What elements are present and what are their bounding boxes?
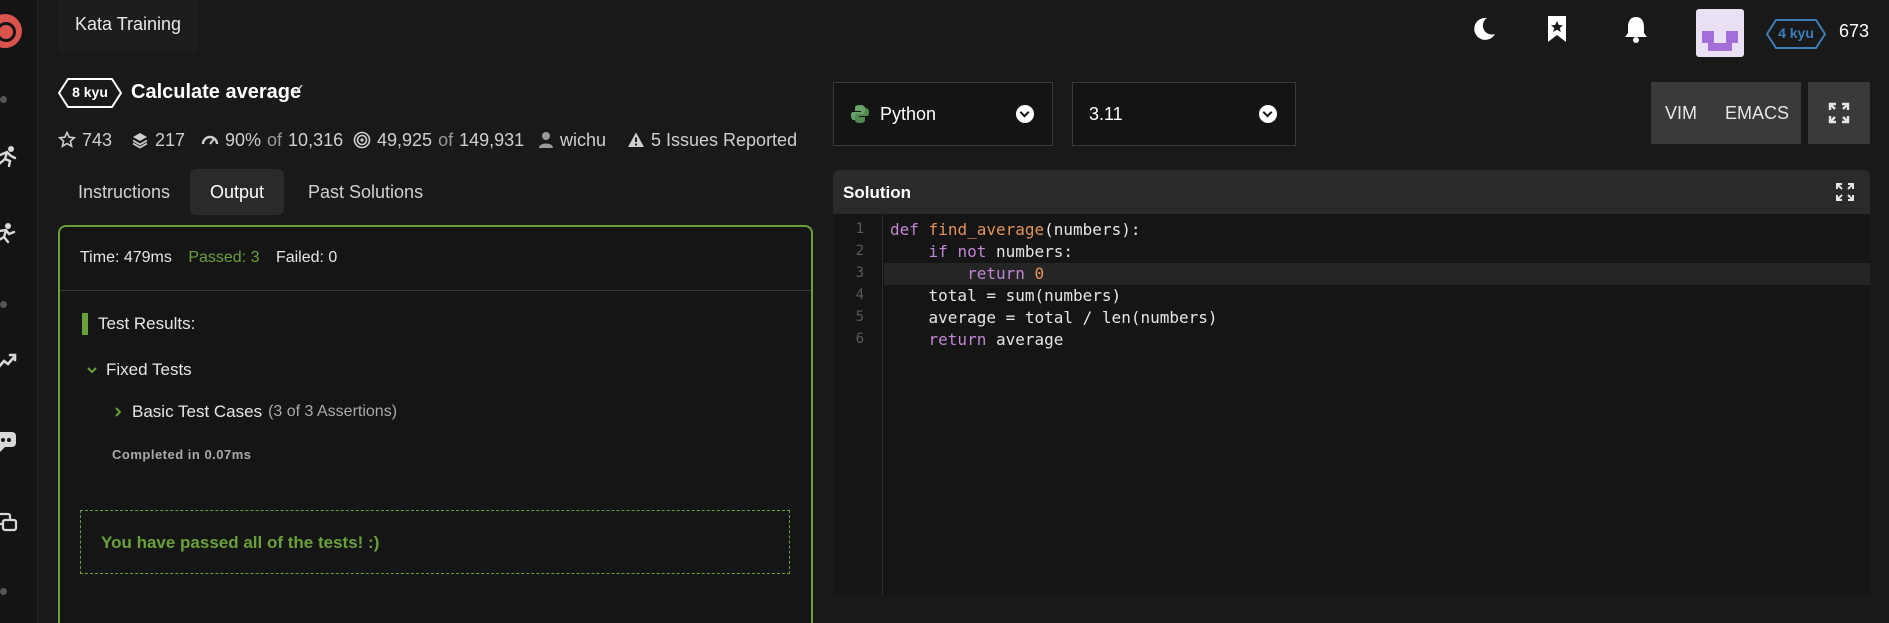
bookmark-star-icon[interactable]: [1542, 14, 1572, 44]
line-number: 6: [855, 331, 864, 347]
solution-editor: Solution 1 2 3 4 5 6 def find_average(nu…: [833, 170, 1870, 595]
version-select[interactable]: 3.11: [1072, 82, 1296, 146]
bell-icon[interactable]: [1621, 14, 1651, 44]
votes-count: 10,316: [288, 129, 344, 150]
forum-icon[interactable]: [0, 512, 18, 534]
code-editor[interactable]: def find_average(numbers): if not number…: [884, 214, 1870, 595]
version-value: 3.11: [1089, 103, 1123, 124]
failed-count: Failed: 0: [275, 249, 338, 266]
attempts-count: 149,931: [459, 129, 525, 150]
avatar[interactable]: [1696, 9, 1744, 57]
line-number: 5: [855, 309, 864, 325]
language-value: Python: [880, 103, 937, 124]
code-line[interactable]: def find_average(numbers):: [884, 219, 1870, 241]
solution-header: Solution: [833, 170, 1870, 214]
fixed-tests-group[interactable]: Fixed Tests: [86, 360, 192, 380]
expand-icon: [1828, 102, 1850, 124]
training-icon[interactable]: [0, 222, 18, 244]
completed-of: of: [438, 129, 454, 150]
issues-stat[interactable]: 5 Issues Reported: [627, 128, 797, 152]
check-icon: ✓: [292, 82, 306, 99]
warning-icon: [628, 132, 644, 147]
layers-icon: [132, 133, 148, 149]
rail-separator-dot: [0, 301, 7, 308]
tab-past-solutions[interactable]: Past Solutions: [288, 169, 443, 215]
author-stat[interactable]: wichu: [538, 128, 606, 152]
rail-separator-dot: [0, 588, 7, 595]
fixed-tests-label: Fixed Tests: [106, 360, 192, 379]
assertions-count: (3 of 3 Assertions): [268, 403, 398, 420]
code-line[interactable]: return average: [884, 329, 1870, 351]
code-line[interactable]: total = sum(numbers): [884, 285, 1870, 307]
chevron-down-icon: [1259, 105, 1277, 123]
star-icon: [58, 131, 76, 148]
python-icon: [851, 105, 869, 123]
target-icon: [353, 131, 371, 149]
test-results-title: Test Results:: [98, 314, 196, 333]
basic-test-cases-group[interactable]: Basic Test Cases (3 of 3 Assertions): [112, 402, 397, 422]
line-number: 1: [855, 221, 864, 237]
user-icon: [539, 132, 553, 148]
chevron-right-icon: [115, 407, 122, 417]
test-results-header: Test Results:: [82, 313, 195, 335]
gauge-icon: [201, 135, 219, 145]
kata-training-label: Kata Training: [58, 0, 199, 52]
issues-reported: 5 Issues Reported: [651, 129, 798, 150]
satisfaction-stat: 90% of 10,316: [201, 128, 343, 152]
solution-title: Solution: [843, 183, 911, 202]
user-rank-badge[interactable]: 4 kyu: [1766, 19, 1826, 49]
leaderboard-icon[interactable]: [0, 350, 18, 372]
emacs-button[interactable]: EMACS: [1711, 82, 1803, 144]
practice-icon[interactable]: [0, 145, 18, 168]
code-line[interactable]: if not numbers:: [884, 241, 1870, 263]
fullscreen-button[interactable]: [1808, 82, 1870, 144]
chevron-down-icon: [1016, 105, 1034, 123]
completed-time: Completed in 0.07ms: [112, 447, 252, 462]
kata-kyu-badge: 8 kyu: [58, 78, 122, 108]
line-number: 4: [855, 287, 864, 303]
kata-title: Calculate average: [131, 81, 302, 103]
output-panel: Time: 479ms Passed: 3 Failed: 0 Test Res…: [58, 225, 813, 623]
results-accent-bar: [82, 313, 88, 335]
line-number-gutter: 1 2 3 4 5 6: [833, 214, 883, 595]
codewars-logo-icon[interactable]: [0, 14, 22, 48]
stars-stat[interactable]: 743: [58, 128, 112, 152]
test-summary: Time: 479ms Passed: 3 Failed: 0: [60, 227, 811, 291]
rail-separator-dot: [0, 96, 7, 103]
vim-button[interactable]: VIM: [1651, 82, 1711, 144]
left-nav-rail: [0, 0, 38, 623]
chevron-down-icon: [87, 367, 97, 374]
editor-mode-group: VIM EMACS: [1651, 82, 1801, 144]
completed-count: 49,925: [377, 129, 433, 150]
code-line[interactable]: average = total / len(numbers): [884, 307, 1870, 329]
collections-count: 217: [155, 129, 186, 150]
passed-count: Passed: 3: [188, 249, 260, 266]
author-name: wichu: [560, 129, 607, 150]
completions-stat: 49,925 of 149,931: [353, 128, 524, 152]
line-number: 3: [855, 265, 864, 281]
moon-icon[interactable]: [1468, 14, 1498, 44]
satisfaction-of: of: [267, 129, 283, 150]
honor-count: 673: [1839, 21, 1870, 41]
tab-instructions[interactable]: Instructions: [58, 169, 190, 215]
line-number: 2: [855, 243, 864, 259]
tab-output[interactable]: Output: [190, 169, 285, 215]
satisfaction-rate: 90%: [225, 129, 262, 150]
code-line-current[interactable]: return 0: [884, 263, 1870, 285]
test-time: Time: 479ms: [80, 249, 172, 266]
stars-count: 743: [82, 129, 113, 150]
pass-message: You have passed all of the tests! :): [80, 510, 790, 574]
expand-icon[interactable]: [1836, 183, 1854, 201]
collections-stat[interactable]: 217: [131, 128, 185, 152]
language-select[interactable]: Python: [833, 82, 1053, 146]
basic-test-cases-label: Basic Test Cases: [132, 402, 263, 421]
discord-icon[interactable]: [0, 430, 18, 452]
kata-kyu-label: 8 kyu: [72, 84, 108, 100]
user-rank-label: 4 kyu: [1778, 25, 1814, 41]
